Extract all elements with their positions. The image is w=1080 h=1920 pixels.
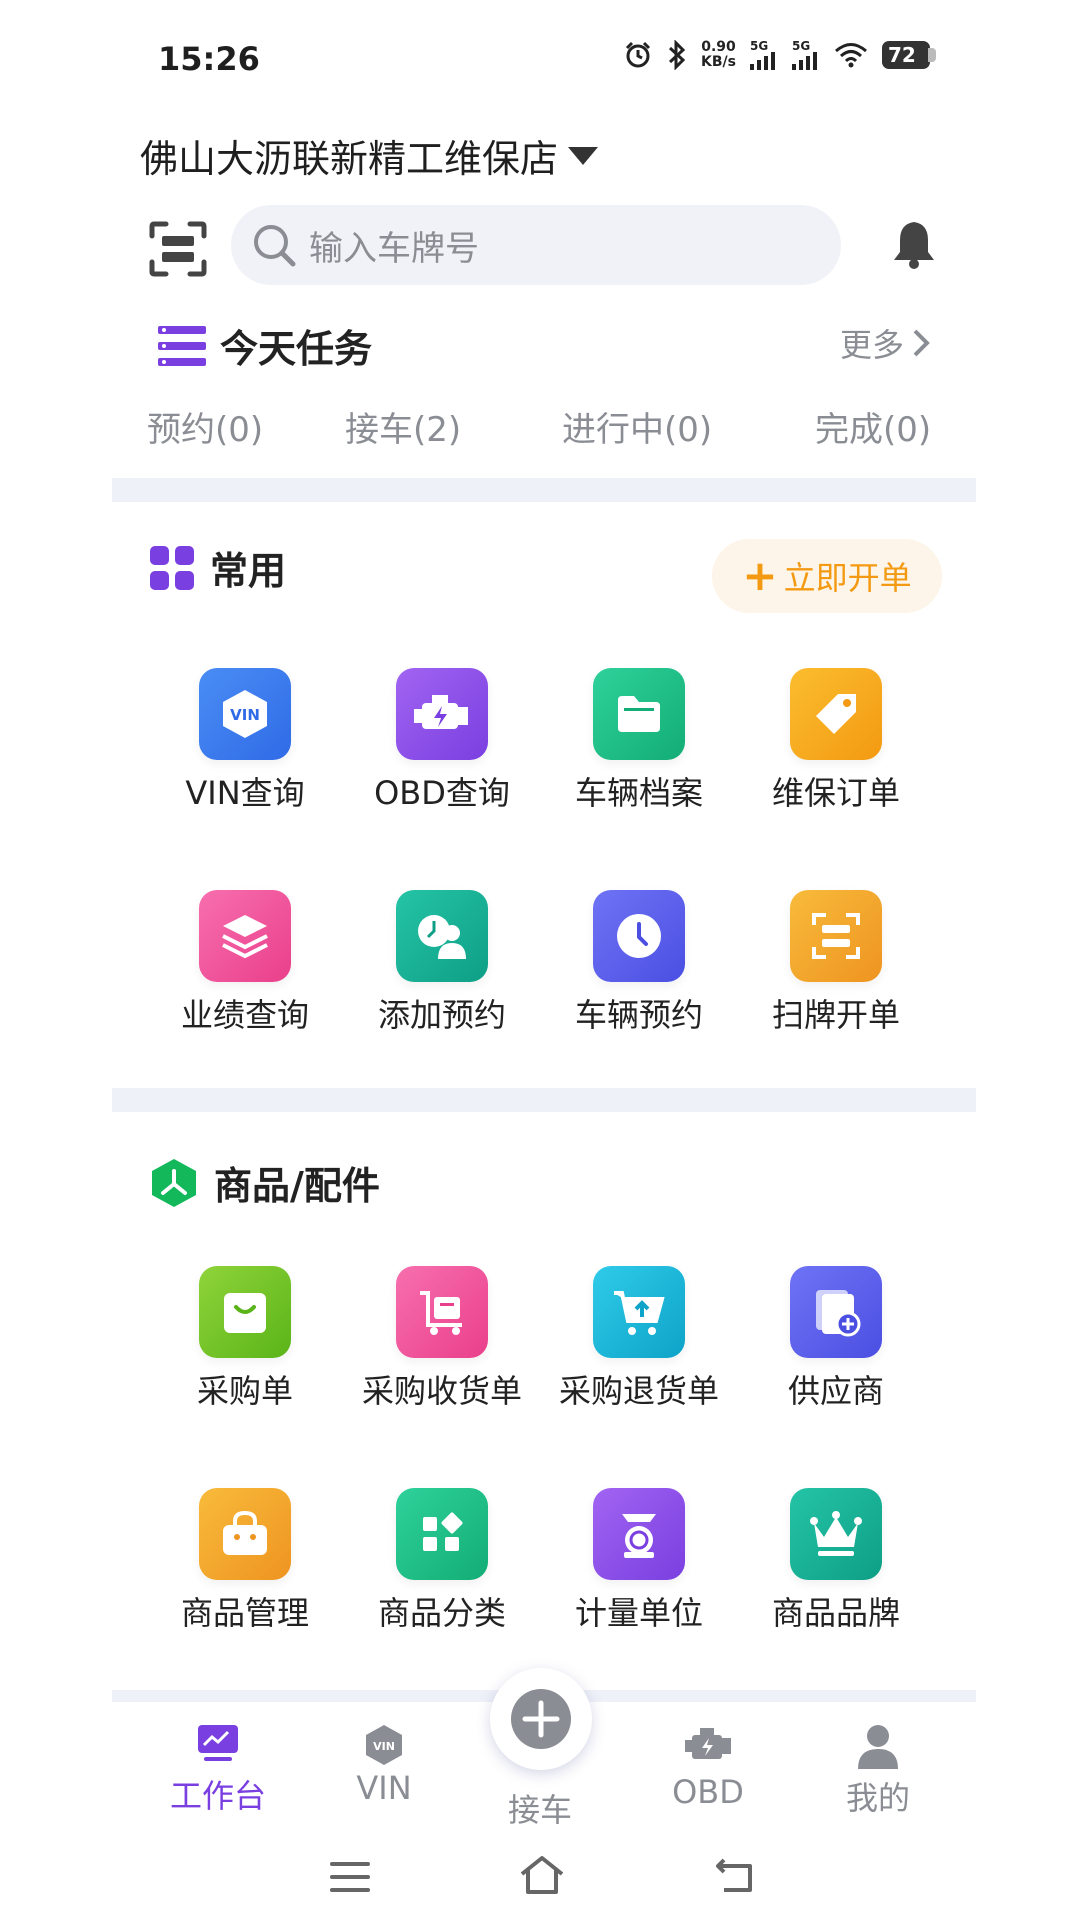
supplier-icon bbox=[790, 1266, 882, 1358]
tasks-header: 今天任务 bbox=[158, 318, 372, 373]
supplier-item[interactable]: 供应商 bbox=[741, 1266, 931, 1412]
scan-plate-order-item[interactable]: 扫牌开单 bbox=[741, 890, 931, 1036]
goods-category-item[interactable]: 商品分类 bbox=[347, 1488, 537, 1634]
divider bbox=[112, 1088, 976, 1112]
purchase-receipt-item[interactable]: 采购收货单 bbox=[347, 1266, 537, 1412]
menu-icon[interactable] bbox=[330, 1860, 370, 1894]
back-icon[interactable] bbox=[714, 1856, 756, 1894]
divider bbox=[112, 478, 976, 502]
tasks-title: 今天任务 bbox=[220, 327, 373, 371]
cart-receive-icon bbox=[396, 1266, 488, 1358]
tab-pickup[interactable]: 接车(2) bbox=[345, 402, 461, 451]
pickup-fab-button[interactable] bbox=[490, 1668, 592, 1770]
net-speed: 0.90 KB/s bbox=[701, 39, 736, 70]
workbench-icon bbox=[198, 1725, 238, 1761]
tab-in-progress[interactable]: 进行中(0) bbox=[562, 402, 712, 451]
purchase-order-item[interactable]: 采购单 bbox=[150, 1266, 340, 1412]
common-title: 常用 bbox=[210, 549, 287, 593]
goods-management-item[interactable]: 商品管理 bbox=[150, 1488, 340, 1634]
chevron-right-icon bbox=[913, 329, 930, 357]
folder-icon bbox=[593, 668, 685, 760]
caret-down-icon bbox=[568, 146, 599, 165]
home-icon[interactable] bbox=[518, 1854, 566, 1896]
tag-icon bbox=[790, 668, 882, 760]
goods-header: 商品/配件 bbox=[150, 1155, 380, 1210]
nav-pickup-label[interactable]: 接车 bbox=[490, 1785, 590, 1831]
vehicle-archive-item[interactable]: 车辆档案 bbox=[544, 668, 734, 814]
obd-engine-icon bbox=[685, 1728, 731, 1759]
nav-mine[interactable]: 我的 bbox=[828, 1723, 928, 1819]
parts-icon bbox=[152, 1158, 196, 1207]
signal-icon-2: 5G bbox=[792, 40, 820, 70]
alarm-icon bbox=[625, 41, 651, 68]
bell-icon[interactable] bbox=[890, 218, 938, 270]
maintenance-order-item[interactable]: 维保订单 bbox=[741, 668, 931, 814]
clock-icon bbox=[593, 890, 685, 982]
basket-icon bbox=[199, 1488, 291, 1580]
wifi-icon bbox=[835, 43, 867, 68]
layers-icon bbox=[199, 890, 291, 982]
search-icon bbox=[254, 225, 296, 267]
measurement-unit-item[interactable]: 计量单位 bbox=[544, 1488, 734, 1634]
shopping-bag-icon bbox=[199, 1266, 291, 1358]
goods-brand-item[interactable]: 商品品牌 bbox=[741, 1488, 931, 1634]
bluetooth-icon bbox=[669, 40, 686, 70]
vin-icon: VIN bbox=[199, 668, 291, 760]
svg-text:VIN: VIN bbox=[373, 1740, 395, 1753]
more-link[interactable]: 更多 bbox=[840, 320, 930, 366]
add-appointment-item[interactable]: 添加预约 bbox=[347, 890, 537, 1036]
task-list-icon bbox=[158, 325, 206, 366]
user-icon bbox=[858, 1725, 898, 1769]
signal-icon: 5G bbox=[750, 40, 778, 70]
vin-query-item[interactable]: VIN VIN查询 bbox=[150, 668, 340, 814]
open-order-button[interactable]: + 立即开单 bbox=[712, 539, 942, 613]
purchase-return-item[interactable]: 采购退货单 bbox=[544, 1266, 734, 1412]
plus-icon: + bbox=[742, 551, 778, 600]
status-icons: 0.90 KB/s 5G 5G 72 bbox=[623, 39, 936, 70]
scan-icon[interactable] bbox=[148, 220, 208, 278]
common-header: 常用 bbox=[150, 540, 286, 595]
cart-return-icon bbox=[593, 1266, 685, 1358]
tab-appointment[interactable]: 预约(0) bbox=[147, 402, 263, 451]
grid-icon bbox=[150, 545, 194, 590]
search-placeholder: 输入车牌号 bbox=[309, 228, 479, 269]
scale-icon bbox=[593, 1488, 685, 1580]
plate-search-input[interactable]: 输入车牌号 bbox=[231, 205, 841, 285]
nav-workbench[interactable]: 工作台 bbox=[156, 1723, 280, 1817]
obd-query-item[interactable]: OBD查询 bbox=[347, 668, 537, 814]
scan-plate-icon bbox=[790, 890, 882, 982]
nav-obd[interactable]: OBD bbox=[658, 1723, 758, 1811]
goods-title: 商品/配件 bbox=[214, 1164, 380, 1208]
vin-nav-icon: VIN bbox=[366, 1725, 402, 1765]
store-selector[interactable]: 佛山大沥联新精工维保店 bbox=[140, 128, 599, 183]
performance-query-item[interactable]: 业绩查询 bbox=[150, 890, 340, 1036]
category-icon bbox=[396, 1488, 488, 1580]
crown-icon bbox=[790, 1488, 882, 1580]
add-icon bbox=[511, 1689, 571, 1749]
nav-vin[interactable]: VIN VIN bbox=[334, 1723, 434, 1807]
engine-icon bbox=[396, 668, 488, 760]
appointment-person-icon bbox=[396, 890, 488, 982]
store-name: 佛山大沥联新精工维保店 bbox=[140, 137, 559, 181]
status-time: 15:26 bbox=[158, 40, 260, 78]
tab-completed[interactable]: 完成(0) bbox=[815, 402, 931, 451]
battery-icon: 72 bbox=[882, 41, 936, 69]
svg-text:VIN: VIN bbox=[230, 706, 260, 724]
vehicle-appointment-item[interactable]: 车辆预约 bbox=[544, 890, 734, 1036]
